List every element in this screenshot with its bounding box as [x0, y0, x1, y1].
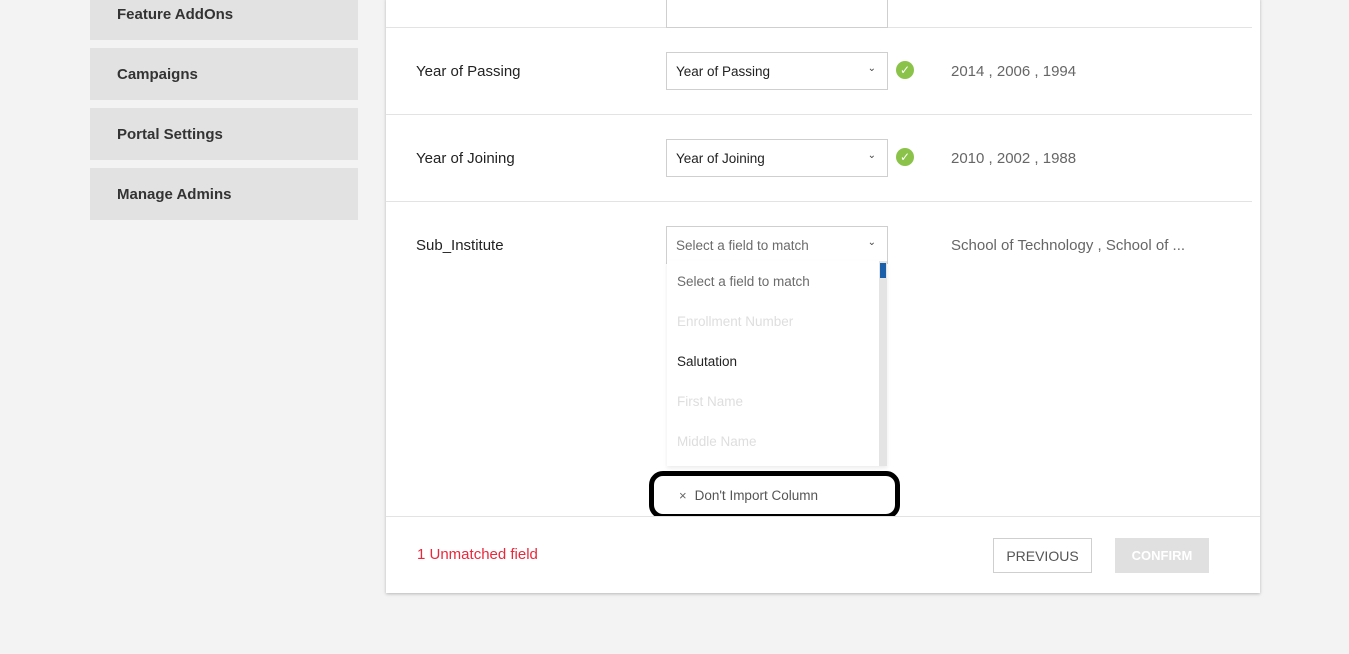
field-select[interactable]: Year of Joining ⌄ — [666, 139, 888, 177]
sidebar-item-portal-settings[interactable]: Portal Settings — [90, 108, 358, 160]
dont-import-column-option[interactable]: × Don't Import Column — [649, 471, 900, 516]
sidebar-item-label: Manage Admins — [117, 185, 232, 203]
mapping-row: Year of Passing Year of Passing ⌄ ✓ 2014… — [386, 28, 1252, 115]
sidebar-item-manage-admins[interactable]: Manage Admins — [90, 168, 358, 220]
mapping-row: Year of Joining Year of Joining ⌄ ✓ 2010… — [386, 115, 1252, 202]
sidebar-item-campaigns[interactable]: Campaigns — [90, 48, 358, 100]
chevron-down-icon: ⌄ — [867, 237, 876, 248]
chevron-down-icon: ⌄ — [867, 150, 876, 161]
column-label: Year of Passing — [416, 63, 521, 80]
dropdown-option-first-name: First Name — [677, 393, 744, 409]
dropdown-option-salutation[interactable]: Salutation — [667, 341, 887, 381]
column-label: Year of Joining — [416, 150, 515, 167]
dropdown-scrollbar-thumb[interactable] — [880, 263, 886, 278]
check-icon: ✓ — [896, 61, 914, 79]
field-dropdown-menu: Select a field to match Enrollment Numbe… — [667, 261, 887, 466]
field-select-value: Year of Joining — [676, 150, 765, 166]
dont-import-label: Don't Import Column — [694, 487, 818, 503]
chevron-down-icon: ⌄ — [867, 63, 876, 74]
field-select-open[interactable]: Select a field to match ⌄ — [666, 226, 888, 264]
dropdown-option-middle-name: Middle Name — [677, 433, 757, 449]
sidebar-item-label: Campaigns — [117, 65, 198, 83]
sample-values: School of Technology , School of ... — [951, 237, 1186, 254]
sidebar-item-label: Feature AddOns — [117, 5, 234, 23]
sidebar-item-feature-addons[interactable]: Feature AddOns — [90, 0, 358, 40]
sidebar-item-label: Portal Settings — [117, 125, 223, 143]
field-select-value: Select a field to match — [676, 237, 809, 253]
column-label: Sub_Institute — [416, 237, 504, 254]
sample-values: 2014 , 2006 , 1994 — [951, 63, 1077, 80]
field-select-value: Year of Passing — [676, 63, 771, 79]
sample-values: 2010 , 2002 , 1988 — [951, 150, 1077, 167]
mapping-rows: Year of Passing Year of Passing ⌄ ✓ 2014… — [386, 0, 1252, 516]
unmatched-count: 1 Unmatched field — [417, 546, 538, 563]
mapping-row-partial — [386, 0, 1252, 28]
check-icon: ✓ — [896, 148, 914, 166]
field-select-partial[interactable] — [666, 0, 888, 28]
dropdown-option-placeholder[interactable]: Select a field to match — [667, 261, 887, 301]
panel-footer: 1 Unmatched field PREVIOUS CONFIRM — [386, 516, 1260, 593]
confirm-button[interactable]: CONFIRM — [1115, 538, 1209, 573]
dropdown-option-enrollment-number: Enrollment Number — [677, 313, 794, 329]
field-mapping-panel: Year of Passing Year of Passing ⌄ ✓ 2014… — [386, 0, 1260, 593]
dropdown-scrollbar[interactable] — [879, 261, 887, 466]
close-icon: × — [679, 487, 687, 503]
previous-button[interactable]: PREVIOUS — [993, 538, 1092, 573]
sidebar: Feature AddOns Campaigns Portal Settings… — [90, 0, 358, 228]
field-select[interactable]: Year of Passing ⌄ — [666, 52, 888, 90]
